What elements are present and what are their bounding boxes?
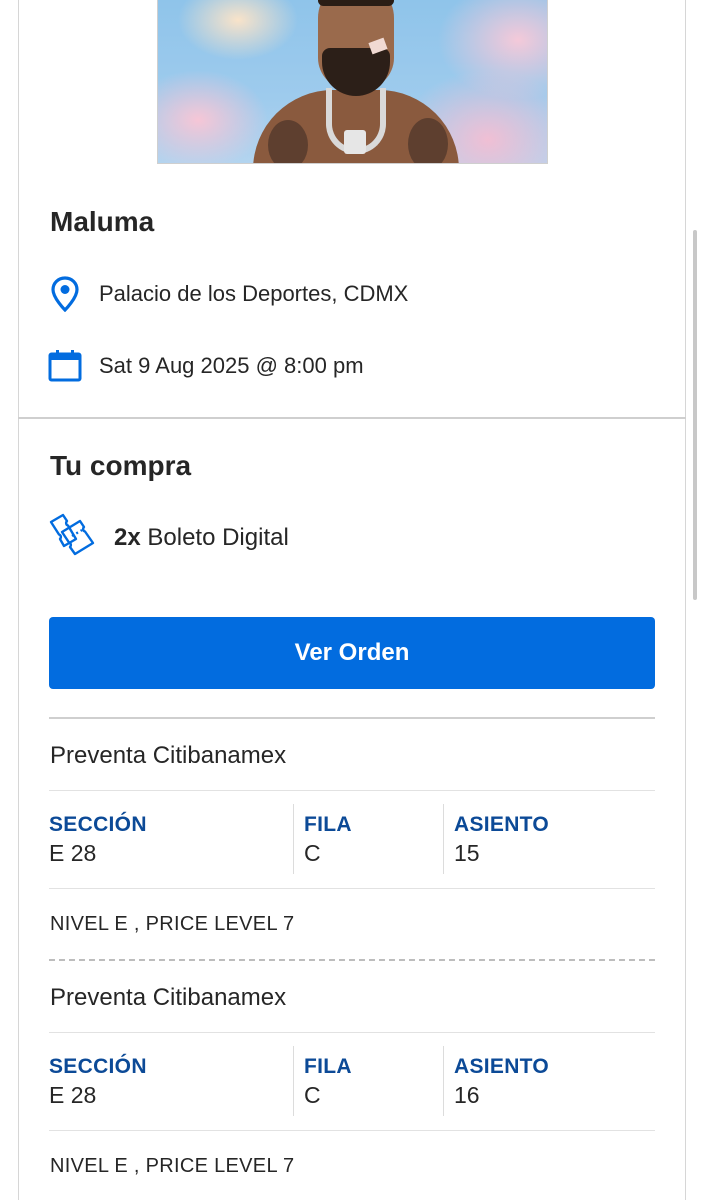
ticket-presale: Preventa Citibanamex xyxy=(50,742,287,769)
view-order-button[interactable]: Ver Orden xyxy=(49,617,655,689)
row-label: FILA xyxy=(304,1055,352,1078)
event-image xyxy=(157,0,548,164)
seat-label: ASIENTO xyxy=(454,813,550,836)
seat-info: SECCIÓN E 28 FILA C ASIENTO 16 xyxy=(49,1046,655,1116)
ticket-summary: 2x Boleto Digital xyxy=(48,512,289,563)
event-title: Maluma xyxy=(50,206,155,237)
row-value: C xyxy=(304,840,321,866)
section-col: SECCIÓN E 28 xyxy=(49,804,293,874)
tickets-divider xyxy=(49,717,655,719)
seat-col: ASIENTO 15 xyxy=(443,804,655,874)
section-col: SECCIÓN E 28 xyxy=(49,1046,293,1116)
seat-label: ASIENTO xyxy=(454,1055,550,1078)
scrollbar[interactable] xyxy=(693,230,697,600)
section-label: SECCIÓN xyxy=(49,1055,147,1078)
ticket-type: Boleto Digital xyxy=(147,523,289,551)
row-col: FILA C xyxy=(293,1046,443,1116)
venue-row: Palacio de los Deportes, CDMX xyxy=(48,276,408,312)
price-level: NIVEL E , PRICE LEVEL 7 xyxy=(50,913,295,935)
seat-value: 15 xyxy=(454,840,480,866)
calendar-icon xyxy=(48,348,82,384)
ticket-presale: Preventa Citibanamex xyxy=(50,984,287,1011)
ticket-quantity: 2x xyxy=(114,523,141,551)
date-text: Sat 9 Aug 2025 @ 8:00 pm xyxy=(99,353,364,378)
seat-info: SECCIÓN E 28 FILA C ASIENTO 15 xyxy=(49,804,655,874)
row-divider xyxy=(49,790,655,791)
ticket-separator xyxy=(49,959,655,961)
tickets-icon xyxy=(48,512,96,563)
ticket-summary-text: 2x Boleto Digital xyxy=(114,524,289,552)
row-col: FILA C xyxy=(293,804,443,874)
section-value: E 28 xyxy=(49,840,97,866)
section-divider xyxy=(18,417,686,419)
row-divider xyxy=(49,888,655,889)
price-level: NIVEL E , PRICE LEVEL 7 xyxy=(50,1155,295,1177)
row-divider xyxy=(49,1032,655,1033)
row-value: C xyxy=(304,1082,321,1108)
purchase-title: Tu compra xyxy=(50,450,192,481)
section-label: SECCIÓN xyxy=(49,813,147,836)
order-card xyxy=(18,0,686,1200)
location-pin-icon xyxy=(48,276,82,312)
section-value: E 28 xyxy=(49,1082,97,1108)
row-divider xyxy=(49,1130,655,1131)
seat-value: 16 xyxy=(454,1082,480,1108)
venue-text: Palacio de los Deportes, CDMX xyxy=(99,281,409,306)
seat-col: ASIENTO 16 xyxy=(443,1046,655,1116)
date-row: Sat 9 Aug 2025 @ 8:00 pm xyxy=(48,348,364,384)
row-label: FILA xyxy=(304,813,352,836)
